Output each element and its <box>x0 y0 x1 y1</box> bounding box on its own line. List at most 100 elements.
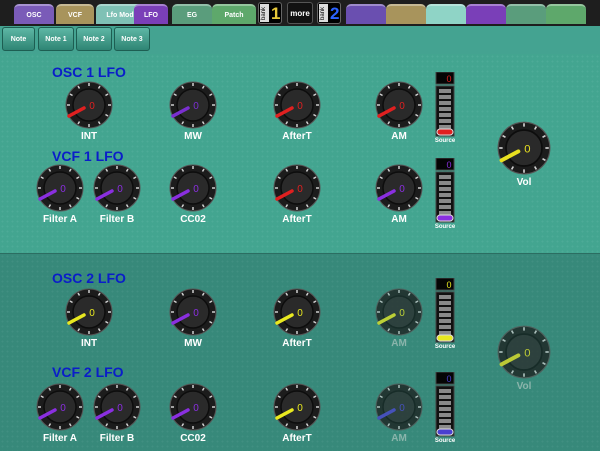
knob-value: 0 <box>399 101 405 112</box>
tab-patch[interactable]: Patch <box>212 4 256 24</box>
knob-value: 0 <box>89 101 95 112</box>
knob-int[interactable]: 0 <box>65 288 113 336</box>
knob-label: Vol <box>516 177 532 188</box>
tab-blank-7[interactable] <box>386 4 426 24</box>
knob-int[interactable]: 0 <box>65 81 113 129</box>
knob-mw[interactable]: 0 <box>169 288 217 336</box>
knob-label: AM <box>391 214 407 225</box>
section-title-vcf2-lfo: VCF 2 LFO <box>52 364 124 380</box>
slider-label: Source <box>434 224 456 230</box>
tab-osc[interactable]: OSC <box>14 4 54 24</box>
knob-label: Filter B <box>99 433 135 444</box>
tab-lfo[interactable]: LFO <box>134 4 168 24</box>
knob-vol[interactable]: 0 <box>497 325 551 379</box>
knob-value: 0 <box>297 184 303 195</box>
knob-label: AfterT <box>282 214 312 225</box>
bank-1-button[interactable]: bank 1 <box>258 2 282 24</box>
knob-value: 0 <box>297 101 303 112</box>
more-button[interactable]: more <box>287 2 313 24</box>
bank-1-number: 1 <box>271 4 281 23</box>
knob-filter-a[interactable]: 0 <box>36 164 84 212</box>
knob-filter-b[interactable]: 0 <box>93 164 141 212</box>
knob-value: 0 <box>60 184 66 195</box>
knob-label: AfterT <box>282 433 312 444</box>
knob-aftert[interactable]: 0 <box>273 383 321 431</box>
tab-blank-8[interactable] <box>426 4 466 24</box>
bank-2-button[interactable]: bank 2 <box>317 2 341 24</box>
knob-aftert[interactable]: 0 <box>273 81 321 129</box>
slider-value: 0 <box>446 374 451 384</box>
knob-label: AM <box>391 338 407 349</box>
source-slider[interactable]: 0 <box>434 157 456 224</box>
bank-1-label: bank <box>260 4 269 22</box>
knob-label: Vol <box>516 381 532 392</box>
knob-label: AfterT <box>282 131 312 142</box>
tab-blank-11[interactable] <box>546 4 586 24</box>
knob-cc02[interactable]: 0 <box>169 383 217 431</box>
knob-value: 0 <box>297 308 303 319</box>
tab-blank-6[interactable] <box>346 4 386 24</box>
knob-label: Filter B <box>99 214 135 225</box>
tab-eg[interactable]: EG <box>172 4 212 24</box>
knob-label: AM <box>391 131 407 142</box>
slider-label: Source <box>434 344 456 350</box>
knob-value: 0 <box>60 403 66 414</box>
slider-handle <box>436 428 454 436</box>
section-title-vcf1-lfo: VCF 1 LFO <box>52 148 124 164</box>
knob-value: 0 <box>524 348 530 360</box>
knob-label: AM <box>391 433 407 444</box>
knob-am[interactable]: 0 <box>375 164 423 212</box>
tab-blank-10[interactable] <box>506 4 546 24</box>
tab-blank-9[interactable] <box>466 4 506 24</box>
knob-label: INT <box>80 338 98 349</box>
bank-2-label: bank <box>319 4 328 22</box>
knob-mw[interactable]: 0 <box>169 81 217 129</box>
knob-value: 0 <box>399 403 405 414</box>
knob-vol[interactable]: 0 <box>497 121 551 175</box>
knob-value: 0 <box>193 403 199 414</box>
knob-aftert[interactable]: 0 <box>273 164 321 212</box>
slider-handle <box>436 214 454 222</box>
knob-label: MW <box>184 338 202 349</box>
source-slider[interactable]: 0 <box>434 71 456 138</box>
section-title-osc2-lfo: OSC 2 LFO <box>52 270 126 286</box>
note-1-button[interactable]: Note 1 <box>38 27 74 51</box>
knob-value: 0 <box>193 308 199 319</box>
knob-cc02[interactable]: 0 <box>169 164 217 212</box>
source-slider[interactable]: 0 <box>434 277 456 344</box>
knob-value: 0 <box>193 184 199 195</box>
tab-vcf[interactable]: VCF <box>56 4 94 24</box>
knob-label: AfterT <box>282 338 312 349</box>
knob-label: CC02 <box>180 433 206 444</box>
knob-label: MW <box>184 131 202 142</box>
knob-value: 0 <box>524 144 530 156</box>
knob-value: 0 <box>297 403 303 414</box>
slider-value: 0 <box>446 74 451 84</box>
knob-aftert[interactable]: 0 <box>273 288 321 336</box>
source-slider[interactable]: 0 <box>434 371 456 438</box>
knob-am[interactable]: 0 <box>375 383 423 431</box>
knob-label: INT <box>80 131 98 142</box>
note-3-button[interactable]: Note 3 <box>114 27 150 51</box>
note-button[interactable]: Note <box>2 27 35 51</box>
slider-value: 0 <box>446 160 451 170</box>
knob-am[interactable]: 0 <box>375 81 423 129</box>
bank-2-number: 2 <box>330 4 340 23</box>
knob-am[interactable]: 0 <box>375 288 423 336</box>
slider-label: Source <box>434 438 456 444</box>
knob-value: 0 <box>117 403 123 414</box>
knob-filter-b[interactable]: 0 <box>93 383 141 431</box>
knob-value: 0 <box>89 308 95 319</box>
knob-filter-a[interactable]: 0 <box>36 383 84 431</box>
slider-value: 0 <box>446 280 451 290</box>
knob-value: 0 <box>117 184 123 195</box>
knob-value: 0 <box>399 308 405 319</box>
knob-value: 0 <box>399 184 405 195</box>
knob-value: 0 <box>193 101 199 112</box>
knob-label: CC02 <box>180 214 206 225</box>
slider-handle <box>436 334 454 342</box>
section-title-osc1-lfo: OSC 1 LFO <box>52 64 126 80</box>
note-2-button[interactable]: Note 2 <box>76 27 112 51</box>
slider-label: Source <box>434 138 456 144</box>
slider-handle <box>436 128 454 136</box>
